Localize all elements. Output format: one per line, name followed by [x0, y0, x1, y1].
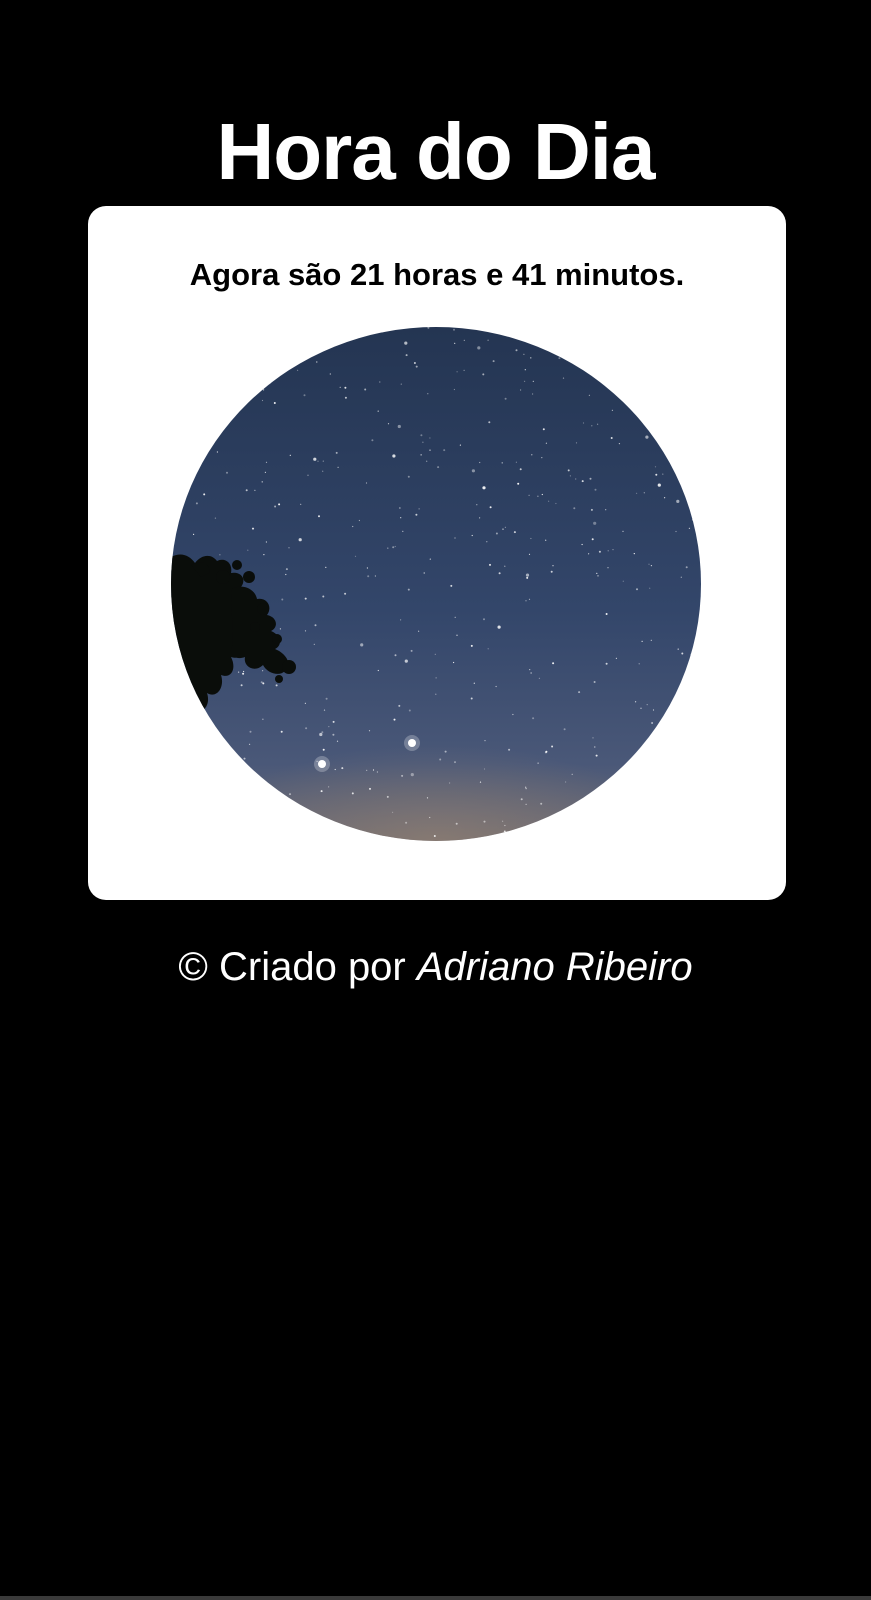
page-title: Hora do Dia: [216, 106, 656, 196]
time-message: Agora são 21 horas e 41 minutos.: [189, 257, 685, 292]
time-card: Agora são 21 horas e 41 minutos.: [88, 206, 786, 900]
footer-author: Adriano Ribeiro: [416, 945, 693, 989]
bottom-divider: [0, 1596, 871, 1600]
footer-credit: © Criado por Adriano Ribeiro: [0, 942, 871, 992]
night-sky-image: [171, 327, 701, 841]
footer-prefix: © Criado por: [178, 945, 417, 989]
